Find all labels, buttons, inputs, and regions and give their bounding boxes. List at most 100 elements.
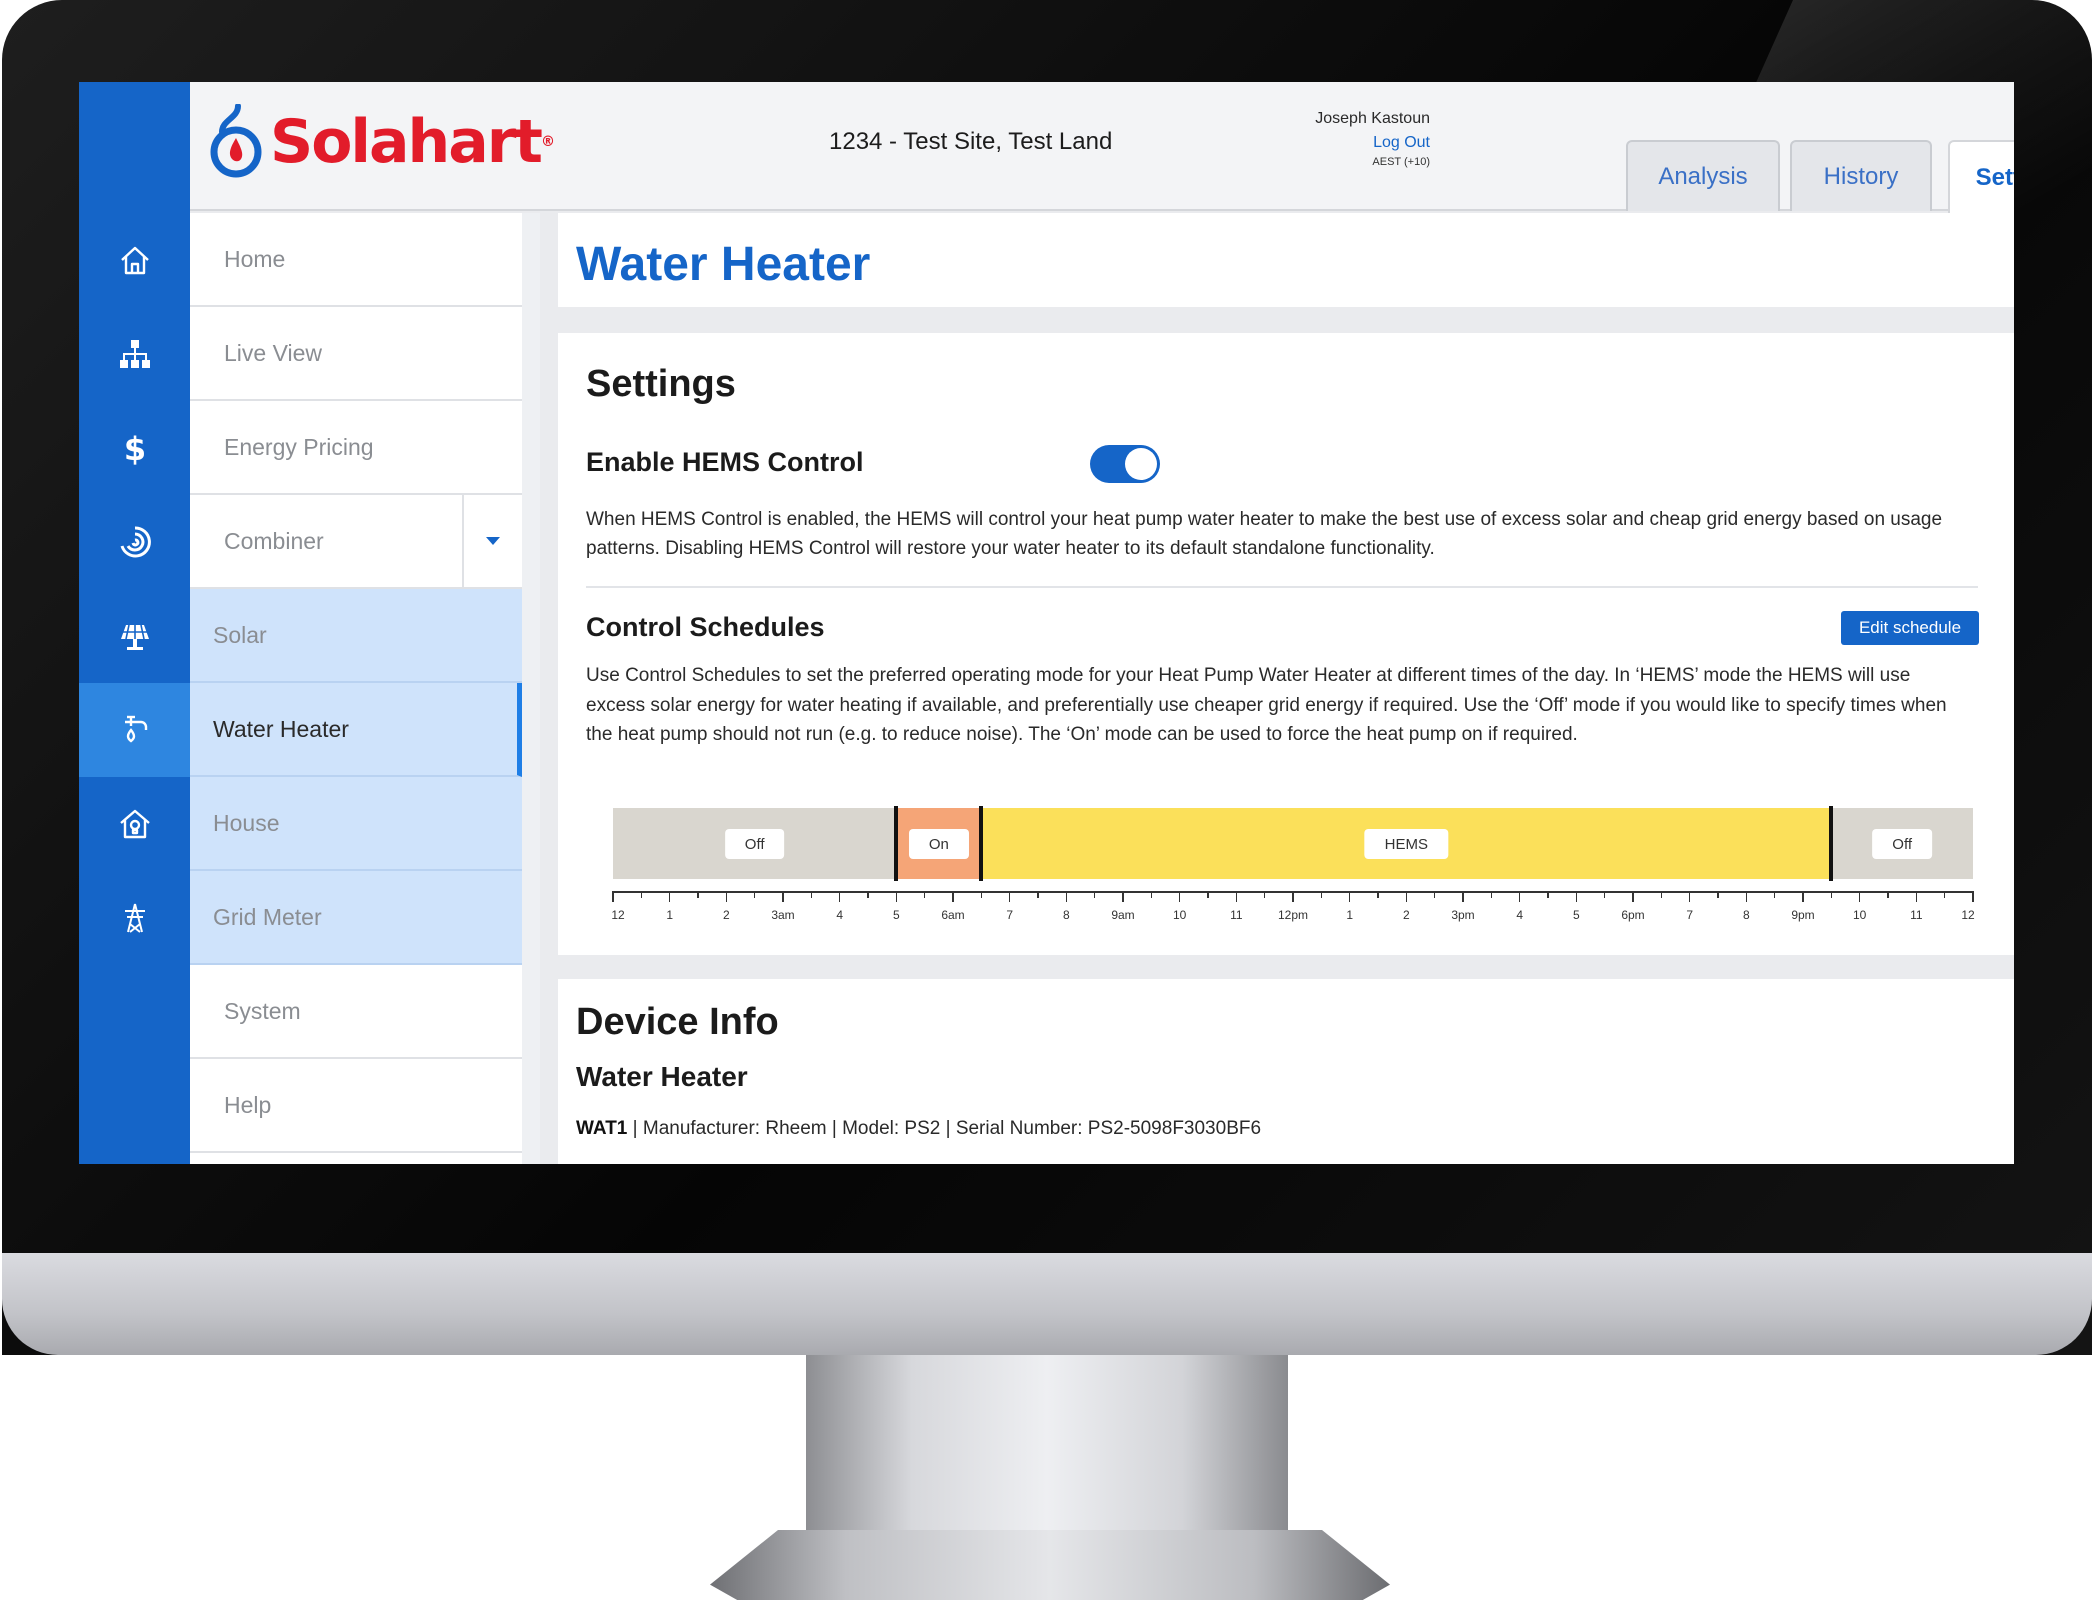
schedule-boundary-handle[interactable] — [979, 806, 984, 881]
rail-home[interactable] — [79, 213, 190, 307]
timeline-tick-label: 5 — [1572, 908, 1580, 922]
tab-history[interactable]: History — [1790, 140, 1932, 211]
page-header-card: Water Heater — [558, 213, 2014, 307]
nav-item-label: Combiner — [224, 527, 324, 554]
dollar-icon: $ — [123, 430, 145, 466]
nav-item-system[interactable]: System — [190, 965, 522, 1059]
timeline-tick — [1235, 891, 1238, 902]
hems-description: When HEMS Control is enabled, the HEMS w… — [586, 509, 1943, 559]
timeline-tick-label: 12pm — [1277, 908, 1309, 922]
user-name: Joseph Kastoun — [1315, 110, 1430, 127]
top-bar: Solahart® 1234 - Test Site, Test Land Jo… — [190, 82, 2014, 213]
nav-item-grid-meter[interactable]: Grid Meter — [190, 871, 522, 965]
icon-rail: $ — [79, 82, 190, 1164]
combiner-expand-button[interactable] — [462, 495, 522, 587]
timeline-tick-label: 12 — [611, 908, 625, 922]
timeline-tick-label: 11 — [1230, 908, 1243, 922]
timeline-tick — [1688, 891, 1691, 902]
device-details-text: | Manufacturer: Rheem | Model: PS2 | Ser… — [627, 1118, 1262, 1139]
section-divider — [586, 586, 1978, 588]
home-icon — [120, 246, 149, 275]
rail-energy-pricing[interactable]: $ — [79, 401, 190, 495]
timeline-tick — [1207, 891, 1209, 898]
timeline-tick — [838, 891, 841, 902]
timeline-tick — [1802, 891, 1804, 902]
nav-item-house[interactable]: House — [190, 777, 522, 871]
rail-water-heater[interactable] — [79, 683, 190, 777]
edit-schedule-button[interactable]: Edit schedule — [1841, 611, 1979, 645]
tab-analysis[interactable]: Analysis — [1626, 140, 1780, 211]
schedule-label-on: On — [908, 829, 969, 859]
timeline-tick — [1603, 891, 1606, 898]
timeline-tick — [1065, 891, 1068, 902]
timeline-tick — [1745, 891, 1748, 902]
nav-item-help[interactable]: Help — [190, 1059, 522, 1153]
device-info-heading: Device Info — [576, 1001, 779, 1043]
tab-settings[interactable]: Settings — [1948, 140, 2014, 213]
nav-item-combiner[interactable]: Combiner — [190, 495, 522, 589]
site-name: 1234 - Test Site, Test Land — [829, 128, 1113, 155]
nav-item-water-heater[interactable]: Water Heater — [190, 683, 522, 777]
rail-house[interactable] — [79, 777, 190, 871]
schedule-boundary-handle[interactable] — [894, 806, 899, 881]
monitor: $ Solahart® 1234 - Test Site, Test Land … — [0, 0, 2094, 1606]
timeline-tick — [1972, 891, 1974, 902]
schedule-label-off: Off — [724, 829, 785, 859]
rail-grid-meter[interactable] — [79, 871, 190, 965]
sidebar-nav: Home Live View Energy Pricing Combiner S… — [190, 213, 522, 1164]
timeline-tick — [1858, 891, 1861, 902]
timeline-tick-label: 5 — [892, 908, 900, 922]
svg-text:$: $ — [123, 430, 145, 466]
swirl-icon — [120, 526, 151, 558]
timeline-tick — [612, 891, 614, 902]
device-details: WAT1 | Manufacturer: Rheem | Model: PS2 … — [576, 1118, 1261, 1140]
device-id: WAT1 — [576, 1118, 628, 1139]
timeline-tick-label: 3am — [771, 908, 795, 922]
timeline-tick-label: 12 — [1961, 908, 1975, 922]
monitor-stand-base — [710, 1530, 1390, 1600]
timeline-tick — [1348, 891, 1351, 902]
hems-toggle[interactable] — [1090, 445, 1160, 483]
nav-item-home[interactable]: Home — [190, 213, 522, 307]
timeline-tick-label: 7 — [1686, 908, 1693, 922]
timeline-tick — [753, 891, 756, 898]
timeline-tick — [1518, 891, 1521, 902]
timeline-tick-label: 2 — [722, 908, 730, 922]
logout-link[interactable]: Log Out — [1280, 134, 1430, 152]
house-bulb-icon — [119, 809, 150, 839]
timeline-tick — [895, 891, 898, 902]
timeline-tick-label: 8 — [1742, 908, 1750, 922]
timeline-tick-label: 10 — [1852, 908, 1867, 922]
rail-live-view[interactable] — [79, 307, 190, 401]
solahart-logo[interactable]: Solahart® — [208, 104, 555, 180]
timeline-tick — [1405, 891, 1408, 902]
nav-divider — [522, 213, 540, 1164]
timeline-tick — [1547, 891, 1549, 898]
nav-item-solar[interactable]: Solar — [190, 589, 522, 683]
water-heater-icon — [124, 715, 147, 743]
schedule-boundary-handle[interactable] — [1829, 806, 1834, 881]
timeline-tick — [1717, 891, 1719, 898]
schedule-timeline[interactable]: Off On HEMS Off 12 1 2 3am 4 5 6am 7 8 9am 10 11 12pm 1 2 3… — [611, 806, 1975, 928]
timeline-tick-label: 1 — [1346, 908, 1353, 922]
rail-combiner[interactable] — [79, 495, 190, 589]
screen: $ Solahart® 1234 - Test Site, Test Land … — [79, 82, 2014, 1164]
nav-item-live-view[interactable]: Live View — [190, 307, 522, 401]
timeline-tick-label: 1 — [666, 908, 673, 922]
timeline-tick — [980, 891, 983, 898]
rail-solar[interactable] — [79, 589, 190, 683]
device-subheading: Water Heater — [576, 1061, 748, 1092]
schedule-label-hems: HEMS — [1364, 829, 1448, 859]
flame-drop-icon — [210, 104, 262, 178]
timeline-tick — [1490, 891, 1493, 898]
timeline-tick — [1150, 891, 1153, 898]
timeline-tick-label: 4 — [836, 908, 843, 922]
solar-panel-icon — [120, 624, 149, 650]
timeline-tick — [1773, 891, 1776, 898]
timeline-tick-label: 9pm — [1791, 908, 1815, 922]
device-info-card: Device Info Water Heater WAT1 | Manufact… — [558, 979, 2014, 1164]
nav-item-energy-pricing[interactable]: Energy Pricing — [190, 401, 522, 495]
timeline-tick — [1632, 891, 1634, 902]
timeline-tick-label: 9am — [1111, 908, 1135, 922]
timeline-tick — [1178, 891, 1181, 902]
